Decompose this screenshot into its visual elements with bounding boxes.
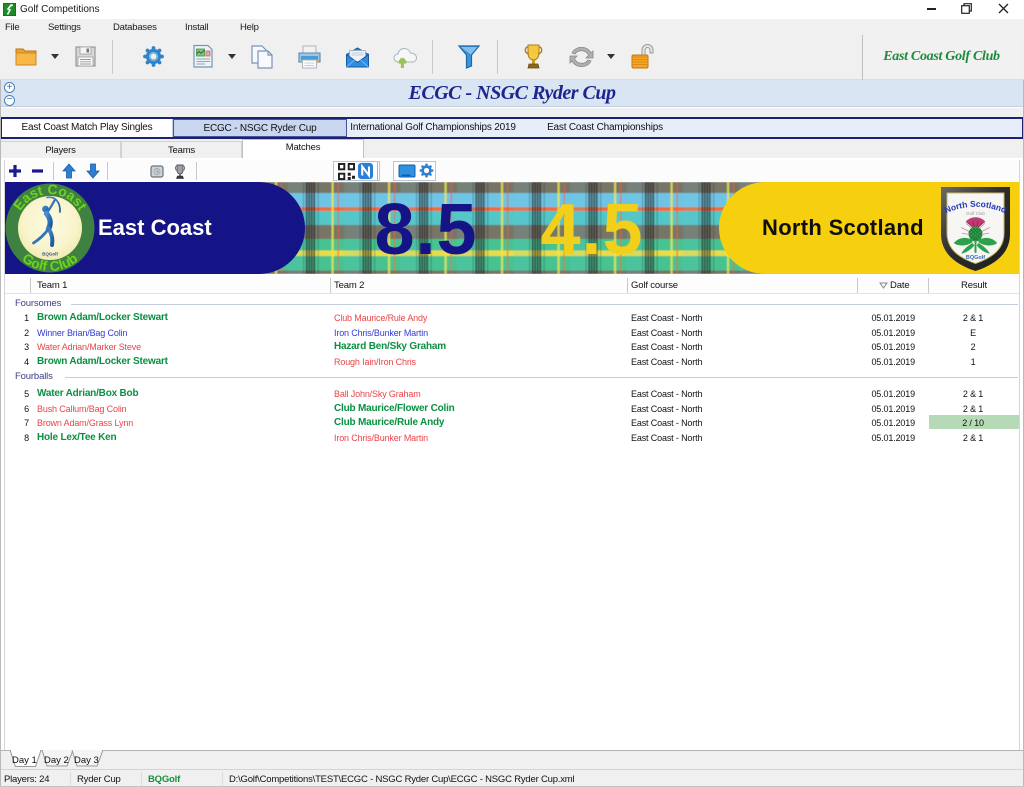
svg-text:BQGolf: BQGolf	[42, 252, 58, 257]
svg-text:Golf Club: Golf Club	[966, 211, 985, 216]
svg-text:BQGolf: BQGolf	[966, 255, 985, 261]
